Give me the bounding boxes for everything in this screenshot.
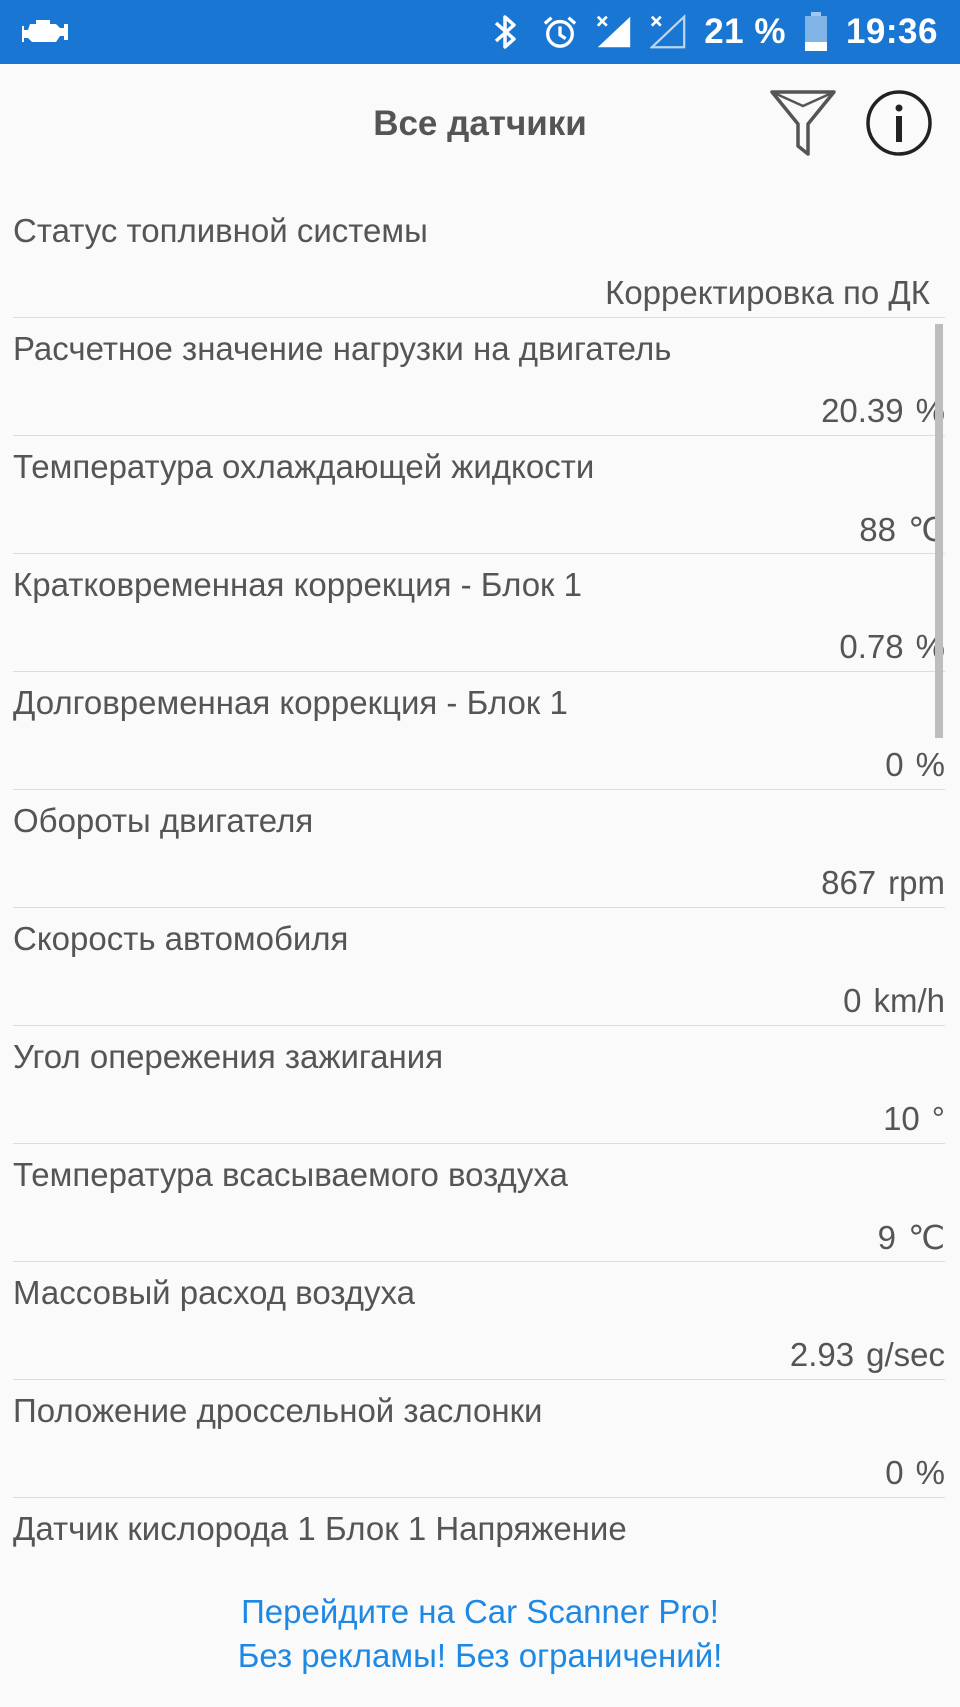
- sensor-unit: %: [915, 1454, 945, 1491]
- sensor-unit: km/h: [873, 982, 945, 1019]
- sensor-item-engine-rpm[interactable]: Обороты двигателя 867 rpm: [13, 790, 945, 908]
- sensor-value: 9 ℃: [877, 1219, 945, 1256]
- app-header: Все датчики: [0, 64, 960, 182]
- sensor-value: 0 km/h: [843, 982, 945, 1019]
- sensor-unit: g/sec: [866, 1336, 945, 1373]
- sensor-value: 10 °: [883, 1100, 945, 1137]
- sensor-item-vehicle-speed[interactable]: Скорость автомобиля 0 km/h: [13, 908, 945, 1026]
- sensor-name: Массовый расход воздуха: [13, 1274, 415, 1311]
- sensor-item-engine-load[interactable]: Расчетное значение нагрузки на двигатель…: [13, 318, 945, 436]
- sensor-item-coolant-temperature[interactable]: Температура охлаждающей жидкости 88 ℃: [13, 436, 945, 554]
- battery-percent: 21 %: [704, 12, 786, 51]
- sensor-item-intake-air-temperature[interactable]: Температура всасываемого воздуха 9 ℃: [13, 1144, 945, 1262]
- sensor-unit: rpm: [888, 864, 945, 901]
- sensor-value: Корректировка по ДК: [605, 274, 930, 311]
- battery-icon: [804, 12, 827, 51]
- promo-line-1: Перейдите на Car Scanner Pro!: [241, 1593, 719, 1630]
- filter-button[interactable]: [768, 86, 838, 162]
- sensor-name: Долговременная коррекция - Блок 1: [13, 684, 568, 721]
- sensor-value: 0.78%: [839, 628, 945, 665]
- sensor-unit: °: [931, 1100, 945, 1137]
- sensor-name: Положение дроссельной заслонки: [13, 1392, 543, 1429]
- engine-icon: [22, 20, 68, 42]
- sensor-value: 20.39%: [821, 392, 945, 429]
- sensor-value: 867 rpm: [821, 864, 945, 901]
- sensor-name: Расчетное значение нагрузки на двигатель: [13, 330, 672, 367]
- sensor-item-mass-air-flow[interactable]: Массовый расход воздуха 2.93 g/sec: [13, 1262, 945, 1380]
- sensor-name: Кратковременная коррекция - Блок 1: [13, 566, 583, 603]
- sensor-name: Температура всасываемого воздуха: [13, 1156, 568, 1193]
- info-icon: [866, 90, 932, 156]
- signal-icon: [596, 14, 632, 50]
- info-button[interactable]: [864, 88, 934, 158]
- sensor-name: Обороты двигателя: [13, 802, 314, 839]
- sensor-value: 2.93 g/sec: [789, 1336, 945, 1373]
- promo-line-2: Без рекламы! Без ограничений!: [237, 1637, 723, 1674]
- sensor-list[interactable]: Статус топливной системы Корректировка п…: [0, 200, 960, 1560]
- sensor-unit: ℃: [907, 1219, 945, 1256]
- sensor-value: 88 ℃: [859, 511, 945, 548]
- sensor-name: Температура охлаждающей жидкости: [13, 448, 595, 485]
- sensor-value: 0%: [885, 1454, 945, 1491]
- sensor-name: Скорость автомобиля: [13, 920, 349, 957]
- signal-no-sim-icon: [650, 14, 686, 50]
- sensor-name: Датчик кислорода 1 Блок 1 Напряжение: [13, 1510, 627, 1547]
- sensor-unit: %: [915, 746, 945, 783]
- alarm-icon: [542, 14, 578, 50]
- clock: 19:36: [845, 12, 938, 51]
- sensor-item-o2-sensor-voltage[interactable]: Датчик кислорода 1 Блок 1 Напряжение: [13, 1498, 945, 1560]
- sensor-item-timing-advance[interactable]: Угол опережения зажигания 10 °: [13, 1026, 945, 1144]
- filter-icon: [770, 90, 836, 156]
- sensor-name: Угол опережения зажигания: [13, 1038, 444, 1075]
- bluetooth-icon: [488, 14, 524, 50]
- sensor-item-long-term-fuel-trim[interactable]: Долговременная коррекция - Блок 1 0%: [13, 672, 945, 790]
- status-bar: 21 % 19:36: [0, 0, 960, 64]
- sensor-name: Статус топливной системы: [13, 212, 428, 249]
- sensor-item-short-term-fuel-trim[interactable]: Кратковременная коррекция - Блок 1 0.78%: [13, 554, 945, 672]
- sensor-value: 0%: [885, 746, 945, 783]
- sensor-item-throttle-position[interactable]: Положение дроссельной заслонки 0%: [13, 1380, 945, 1498]
- scrollbar-thumb[interactable]: [935, 324, 943, 738]
- upgrade-promo-link[interactable]: Перейдите на Car Scanner Pro! Без реклам…: [0, 1590, 960, 1678]
- sensor-item-fuel-system-status[interactable]: Статус топливной системы Корректировка п…: [13, 200, 945, 318]
